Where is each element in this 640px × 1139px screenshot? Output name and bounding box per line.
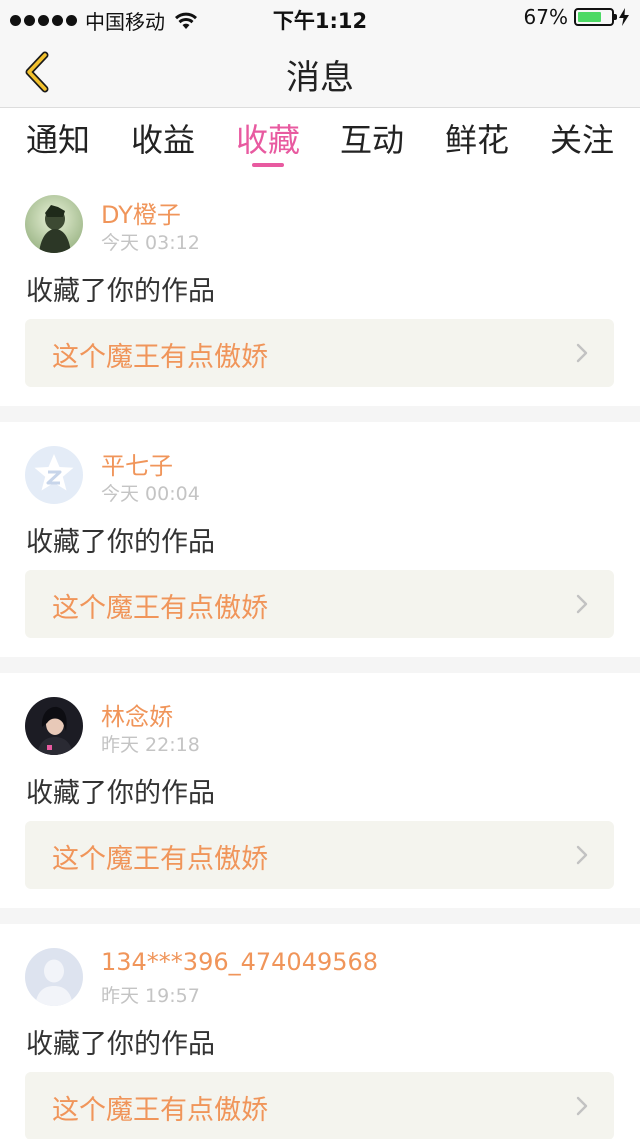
action-text: 收藏了你的作品 — [26, 778, 215, 809]
work-title: 这个魔王有点傲娇 — [52, 1095, 268, 1126]
chevron-right-icon — [576, 1096, 588, 1116]
work-link[interactable]: 这个魔王有点傲娇 — [25, 1072, 614, 1139]
message-card: 林念娇 昨天 22:18 收藏了你的作品 这个魔王有点傲娇 — [0, 673, 640, 908]
work-title: 这个魔王有点傲娇 — [52, 342, 268, 373]
avatar-photo-icon — [25, 697, 83, 755]
qq-default-avatar-icon — [25, 446, 83, 504]
chevron-right-icon — [576, 845, 588, 865]
tab-following[interactable]: 关注 — [550, 115, 614, 165]
avatar[interactable] — [25, 948, 83, 1006]
active-tab-indicator — [252, 163, 284, 167]
avatar-photo-icon — [25, 195, 83, 253]
battery-percentage: 67% — [523, 5, 568, 29]
chevron-right-icon — [576, 594, 588, 614]
page-title: 消息 — [286, 58, 354, 98]
timestamp: 昨天 19:57 — [101, 985, 200, 1007]
tab-label: 鲜花 — [445, 121, 510, 159]
work-title: 这个魔王有点傲娇 — [52, 844, 268, 875]
battery-icon — [574, 8, 617, 26]
charging-bolt-icon — [619, 8, 629, 26]
tab-label: 通知 — [26, 121, 91, 159]
timestamp: 今天 03:12 — [101, 232, 200, 254]
message-tabs: 通知 收益 收藏 互动 鲜花 关注 — [0, 109, 640, 171]
tab-label: 收益 — [131, 121, 196, 159]
status-right: 67% — [524, 5, 630, 29]
work-link[interactable]: 这个魔王有点傲娇 — [25, 570, 614, 638]
action-text: 收藏了你的作品 — [26, 1029, 215, 1060]
tab-interactions[interactable]: 互动 — [340, 115, 404, 165]
action-text: 收藏了你的作品 — [26, 527, 215, 558]
avatar[interactable] — [25, 697, 83, 755]
tab-notifications[interactable]: 通知 — [26, 115, 90, 165]
default-person-avatar-icon — [25, 948, 83, 1006]
tab-label: 收藏 — [236, 121, 301, 159]
username[interactable]: DY橙子 — [101, 195, 181, 230]
navigation-bar: 消息 — [0, 36, 640, 108]
message-card: 平七子 今天 00:04 收藏了你的作品 这个魔王有点傲娇 — [0, 422, 640, 657]
work-link[interactable]: 这个魔王有点傲娇 — [25, 319, 614, 387]
status-bar: 中国移动 下午1:12 67% — [0, 0, 640, 36]
work-link[interactable]: 这个魔王有点傲娇 — [25, 821, 614, 889]
tab-flowers[interactable]: 鲜花 — [445, 115, 509, 165]
card-divider — [0, 908, 640, 924]
action-text: 收藏了你的作品 — [26, 276, 215, 307]
work-title: 这个魔王有点傲娇 — [52, 593, 268, 624]
card-divider — [0, 406, 640, 422]
username[interactable]: 134***396_474049568 — [101, 948, 378, 976]
tab-label: 关注 — [550, 121, 615, 159]
chevron-right-icon — [576, 343, 588, 363]
username[interactable]: 平七子 — [101, 446, 173, 481]
tab-label: 互动 — [340, 121, 405, 159]
card-divider — [0, 657, 640, 673]
avatar[interactable] — [25, 446, 83, 504]
message-card: DY橙子 今天 03:12 收藏了你的作品 这个魔王有点傲娇 — [0, 171, 640, 406]
avatar[interactable] — [25, 195, 83, 253]
message-card: 134***396_474049568 昨天 19:57 收藏了你的作品 这个魔… — [0, 924, 640, 1139]
timestamp: 昨天 22:18 — [101, 734, 200, 756]
username[interactable]: 林念娇 — [101, 697, 173, 732]
timestamp: 今天 00:04 — [101, 483, 200, 505]
messages-page: 中国移动 下午1:12 67% 消息 通知 收益 收藏 互动 鲜花 关注 DY橙… — [0, 0, 640, 1139]
tab-favorites[interactable]: 收藏 — [236, 115, 301, 167]
tab-earnings[interactable]: 收益 — [131, 115, 195, 165]
